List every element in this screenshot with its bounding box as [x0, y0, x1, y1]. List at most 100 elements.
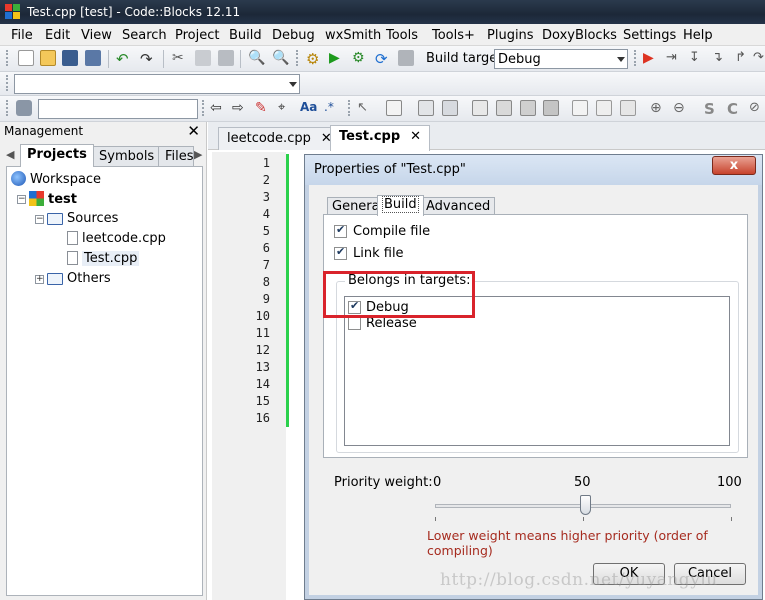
pointer-icon[interactable]: ↖ — [357, 100, 373, 116]
undo-icon[interactable]: ↶ — [116, 50, 132, 68]
widget-button3-icon[interactable] — [620, 100, 636, 116]
selected-text-icon[interactable]: ⌖ — [278, 100, 294, 116]
save-icon[interactable] — [62, 50, 78, 66]
target-item-release[interactable]: Release — [348, 316, 417, 331]
widget-message-icon[interactable] — [418, 100, 434, 116]
redo-icon[interactable]: ↷ — [140, 50, 156, 68]
toolbar-grip[interactable] — [348, 100, 352, 116]
collapse-sources-icon[interactable]: − — [35, 215, 44, 224]
tab-test-cpp[interactable]: Test.cpp ✕ — [330, 125, 431, 151]
save-all-icon[interactable] — [85, 50, 101, 66]
build-target-value: Debug — [498, 52, 541, 67]
next-instruction-icon[interactable]: ↷ — [753, 50, 765, 66]
match-case-icon[interactable]: Aa — [300, 100, 317, 116]
tree-workspace[interactable]: Workspace — [11, 171, 101, 187]
run-icon[interactable]: ▶ — [329, 50, 345, 66]
targets-listbox[interactable]: Debug Release — [344, 296, 730, 446]
symbol-s-icon[interactable]: S — [704, 100, 720, 118]
widget-frame-icon[interactable] — [386, 100, 402, 116]
open-folder-icon[interactable] — [40, 50, 56, 66]
run-to-cursor-icon[interactable]: ⇥ — [666, 50, 682, 66]
step-out-icon[interactable]: ↱ — [735, 50, 751, 66]
tab-files[interactable]: Files — [158, 146, 194, 166]
toolbar-grip[interactable] — [296, 50, 300, 66]
menu-tools[interactable]: Tools — [386, 28, 418, 43]
build-target-select[interactable]: Debug — [494, 49, 628, 69]
clear-search-icon[interactable] — [16, 100, 32, 116]
tree-folder-sources[interactable]: Sources — [47, 211, 118, 226]
paste-icon[interactable] — [218, 50, 234, 66]
widget-button2-icon[interactable] — [596, 100, 612, 116]
next-line-icon[interactable]: ↧ — [689, 50, 705, 66]
menu-build[interactable]: Build — [229, 28, 262, 43]
rebuild-icon[interactable]: ⟳ — [375, 50, 391, 68]
arrow-left-icon[interactable]: ⇦ — [210, 100, 226, 116]
priority-hint: Lower weight means higher priority (orde… — [427, 528, 708, 558]
step-into-icon[interactable]: ↴ — [712, 50, 728, 66]
tree-folder-others[interactable]: Others — [47, 271, 111, 286]
tree-project-test[interactable]: test — [29, 191, 77, 207]
menu-view[interactable]: View — [81, 28, 112, 43]
menu-doxyblocks[interactable]: DoxyBlocks — [542, 28, 617, 43]
regex-icon[interactable]: .* — [324, 100, 340, 116]
build-gear-icon[interactable]: ⚙ — [306, 50, 322, 68]
toolbar-grip[interactable] — [6, 50, 10, 66]
tab-projects[interactable]: Projects — [20, 144, 94, 167]
tree-file-leetcode[interactable]: leetcode.cpp — [67, 231, 166, 246]
toolbar-grip[interactable] — [6, 75, 10, 91]
compile-file-checkbox[interactable] — [334, 223, 347, 238]
menu-project[interactable]: Project — [175, 28, 219, 43]
dialog-title: Properties of "Test.cpp" — [314, 162, 466, 177]
more-icon[interactable]: ⊘ — [749, 100, 765, 116]
menu-tools-plus[interactable]: Tools+ — [432, 28, 475, 43]
widget-panel2-icon[interactable] — [496, 100, 512, 116]
search-input[interactable] — [38, 99, 198, 119]
close-icon[interactable]: ✕ — [410, 129, 421, 144]
tab-scroll-right-icon[interactable]: ▶ — [194, 148, 202, 161]
tab-symbols[interactable]: Symbols — [92, 146, 162, 166]
debug-start-icon[interactable]: ▶ — [643, 50, 659, 66]
menu-debug[interactable]: Debug — [272, 28, 315, 43]
cut-icon[interactable]: ✂ — [172, 50, 188, 66]
tab-scroll-left-icon[interactable]: ◀ — [6, 148, 14, 161]
widget-image-icon[interactable] — [442, 100, 458, 116]
dialog-close-button[interactable]: x — [712, 156, 756, 175]
find-icon[interactable]: 🔍 — [248, 50, 265, 66]
symbol-c-icon[interactable]: C — [727, 100, 743, 118]
highlight-pen-icon[interactable]: ✎ — [255, 100, 271, 116]
tab-build[interactable]: Build — [377, 195, 424, 216]
replace-icon[interactable]: 🔍 — [272, 50, 289, 66]
copy-icon[interactable] — [195, 50, 211, 66]
tab-advanced[interactable]: Advanced — [421, 197, 496, 215]
zoom-in-icon[interactable]: ⊕ — [650, 100, 666, 116]
widget-panel4-icon[interactable] — [543, 100, 559, 116]
tab-leetcode-cpp[interactable]: leetcode.cpp ✕ — [218, 127, 341, 150]
menu-settings[interactable]: Settings — [623, 28, 676, 43]
toolbar-grip[interactable] — [634, 50, 638, 66]
menu-file[interactable]: File — [11, 28, 33, 43]
new-file-icon[interactable] — [18, 50, 34, 66]
menu-wxsmith[interactable]: wxSmith — [325, 28, 381, 43]
menu-edit[interactable]: Edit — [45, 28, 70, 43]
zoom-out-icon[interactable]: ⊖ — [673, 100, 689, 116]
expand-others-icon[interactable]: + — [35, 275, 44, 284]
toolbar-grip[interactable] — [6, 100, 10, 116]
collapse-project-icon[interactable]: − — [17, 195, 26, 204]
menu-plugins[interactable]: Plugins — [487, 28, 534, 43]
dialog-titlebar[interactable]: Properties of "Test.cpp" x — [305, 155, 762, 185]
priority-slider-thumb[interactable] — [580, 495, 591, 515]
widget-panel3-icon[interactable] — [520, 100, 536, 116]
arrow-right-icon[interactable]: ⇨ — [232, 100, 248, 116]
close-icon[interactable]: ✕ — [187, 122, 200, 140]
menu-help[interactable]: Help — [683, 28, 713, 43]
scope-select[interactable] — [14, 74, 300, 94]
menu-search[interactable]: Search — [122, 28, 167, 43]
tree-file-test[interactable]: Test.cpp — [67, 251, 140, 266]
widget-button-icon[interactable] — [572, 100, 588, 116]
widget-panel-icon[interactable] — [472, 100, 488, 116]
release-checkbox[interactable] — [348, 317, 361, 330]
build-and-run-icon[interactable]: ⚙ — [352, 50, 368, 66]
abort-icon[interactable] — [398, 50, 414, 66]
link-file-checkbox[interactable] — [334, 245, 347, 260]
toolbar-grip[interactable] — [202, 100, 206, 116]
